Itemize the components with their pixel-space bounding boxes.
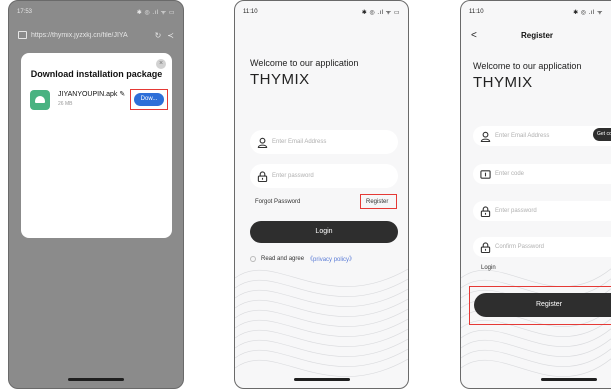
- password-field[interactable]: Enter password: [250, 164, 398, 188]
- close-icon[interactable]: ×: [156, 59, 166, 69]
- android-app-icon: [30, 90, 50, 110]
- download-dialog: × Download installation package JIYANYOU…: [21, 53, 172, 238]
- dialog-title: Download installation package: [30, 69, 163, 79]
- site-info-icon[interactable]: [18, 31, 27, 39]
- confirm-password-field[interactable]: Confirm Password: [473, 237, 611, 257]
- get-code-button[interactable]: Get code: [593, 128, 611, 141]
- tutorial-screenshot: 17:53 ✱ ◎ .ıl ᯤ ▭ https://thymix.jyzxkj.…: [0, 0, 611, 391]
- home-indicator: [541, 378, 597, 381]
- lock-icon: [480, 205, 491, 217]
- url-text[interactable]: https://thymix.jyzxkj.cn/file/JIYA: [31, 32, 149, 39]
- agree-radio[interactable]: [250, 255, 256, 262]
- forgot-password-link[interactable]: Forgot Password: [255, 199, 300, 205]
- back-icon[interactable]: <: [471, 30, 477, 41]
- code-placeholder: Enter code: [495, 171, 525, 177]
- email-field[interactable]: Enter Email Address: [250, 130, 398, 154]
- brand-title: THYMIX: [250, 71, 310, 88]
- login-link[interactable]: Login: [481, 265, 496, 271]
- agree-text: Read and agree: [261, 255, 305, 262]
- user-icon: [480, 131, 491, 142]
- phone-login: 11:10 ✱ ◎ .ıl ᯤ ▭ Welcome to our applica…: [234, 0, 409, 389]
- lock-icon: [257, 170, 268, 182]
- apk-file-size: 26 MB: [58, 101, 73, 107]
- confirm-password-placeholder: Confirm Password: [495, 244, 545, 250]
- apk-file-name: JIYANYOUPIN.apk ✎: [58, 90, 125, 98]
- brand-title: THYMIX: [473, 74, 533, 91]
- password-placeholder: Enter password: [272, 173, 314, 179]
- welcome-text: Welcome to our application: [250, 58, 359, 68]
- code-field[interactable]: Enter code: [473, 164, 611, 184]
- password-field[interactable]: Enter password: [473, 201, 611, 221]
- status-icons: ✱ ◎ .ıl ᯤ: [573, 10, 603, 16]
- phone-browser-download: 17:53 ✱ ◎ .ıl ᯤ ▭ https://thymix.jyzxkj.…: [8, 0, 184, 389]
- welcome-text: Welcome to our application: [473, 61, 582, 71]
- phone-register: 11:10 ✱ ◎ .ıl ᯤ < Register Welcome to ou…: [460, 0, 611, 389]
- privacy-agreement[interactable]: Read and agree 《privacy policy》: [250, 254, 355, 263]
- message-code-icon: [480, 169, 491, 179]
- status-bar: 11:10 ✱ ◎ .ıl ᯤ ▭: [243, 7, 400, 17]
- user-icon: [257, 137, 268, 148]
- edit-icon[interactable]: ✎: [119, 91, 125, 98]
- share-icon[interactable]: ≺: [167, 31, 174, 40]
- status-bar: 17:53 ✱ ◎ .ıl ᯤ ▭: [17, 7, 175, 17]
- highlight-register: [360, 194, 397, 209]
- highlight-register-button: [469, 286, 611, 325]
- status-time: 11:10: [469, 9, 484, 15]
- status-icons: ✱ ◎ .ıl ᯤ ▭: [136, 10, 175, 16]
- privacy-policy-link[interactable]: 《privacy policy》: [307, 254, 355, 263]
- browser-address-bar[interactable]: https://thymix.jyzxkj.cn/file/JIYA ↻ ≺: [18, 28, 174, 42]
- password-placeholder: Enter password: [495, 208, 537, 214]
- login-button[interactable]: Login: [250, 221, 398, 243]
- email-placeholder: Enter Email Address: [495, 133, 550, 139]
- email-placeholder: Enter Email Address: [272, 139, 327, 145]
- home-indicator: [293, 378, 350, 381]
- status-time: 17:53: [17, 9, 33, 15]
- apk-file-name-text: JIYANYOUPIN.apk: [58, 91, 118, 98]
- status-icons: ✱ ◎ .ıl ᯤ ▭: [361, 10, 400, 16]
- status-time: 11:10: [243, 9, 258, 15]
- register-page-title: Register: [521, 31, 554, 40]
- lock-icon: [480, 241, 491, 253]
- highlight-download: [130, 89, 168, 110]
- email-field[interactable]: Enter Email Address Get code: [473, 126, 611, 146]
- status-bar: 11:10 ✱ ◎ .ıl ᯤ: [469, 7, 603, 17]
- reload-icon[interactable]: ↻: [155, 31, 162, 40]
- home-indicator: [68, 378, 124, 381]
